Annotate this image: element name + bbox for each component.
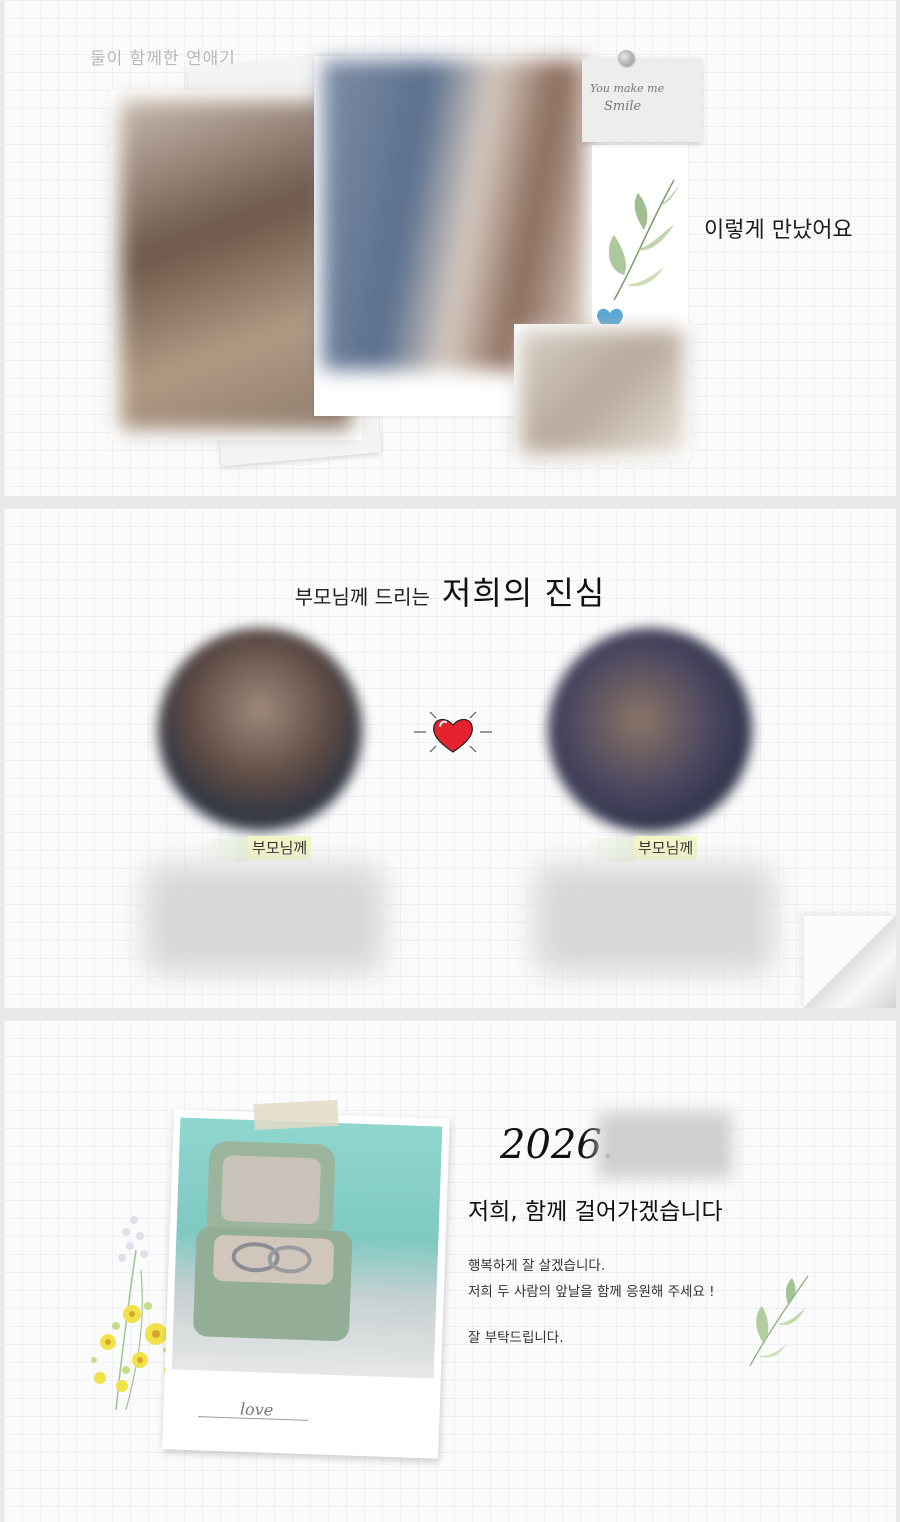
section-heading: 부모님께 드리는 저희의 진심 — [4, 568, 896, 614]
left-message-blurred — [144, 864, 384, 974]
photo-caption: love — [239, 1399, 274, 1420]
note-line-1: You make me — [590, 82, 665, 95]
left-label-text: 부모님께 — [248, 836, 312, 860]
wedding-date-blurred — [598, 1112, 732, 1178]
leaf-sprig-icon — [749, 1275, 809, 1367]
note-text: You make me Smile — [590, 80, 690, 116]
promise-line-3: 잘 부탁드립니다. — [468, 1330, 564, 1346]
met-text: 이렇게 만났어요 — [704, 218, 853, 243]
photo-small — [520, 330, 684, 454]
pushpin-icon — [618, 50, 634, 66]
heading-small: 부모님께 드리는 — [294, 585, 430, 609]
section-promise: love 2026. 저희, 함께 걸어가겠습니다 행복하게 잘 살겠습니다. … — [4, 1020, 896, 1522]
ring-box-lid-inner — [220, 1155, 322, 1225]
heading-big: 저희의 진심 — [441, 574, 606, 612]
label-blur-bg — [584, 838, 634, 862]
ring-box-photo — [171, 1117, 443, 1379]
right-parents-label: 부모님께 — [584, 836, 702, 862]
section-to-parents: 부모님께 드리는 저희의 진심 부모님께 부모님께 — [4, 508, 896, 1008]
masking-tape — [253, 1099, 339, 1131]
promise-headline: 저희, 함께 걸어가겠습니다 — [468, 1199, 723, 1225]
leaf-branch-icon — [608, 179, 680, 301]
right-label-text: 부모님께 — [634, 836, 698, 860]
promise-line-2: 저희 두 사람의 앞날을 함께 응원해 주세요 ! — [468, 1284, 715, 1300]
heart-icon — [414, 711, 492, 753]
promise-line-1: 행복하게 잘 살겠습니다. — [468, 1258, 606, 1274]
right-message-blurred — [534, 864, 774, 974]
groom-parents-photo — [158, 628, 362, 832]
bride-parents-photo — [548, 628, 752, 832]
label-blur-bg — [198, 838, 248, 862]
section-love-story: 둘이 함께한 연애기 ♡ You make me Smile 이렇게 만났어요 — [4, 0, 896, 496]
left-parents-label: 부모님께 — [198, 836, 316, 862]
note-line-2: Smile — [604, 99, 642, 114]
page-curl[interactable] — [804, 916, 896, 1008]
